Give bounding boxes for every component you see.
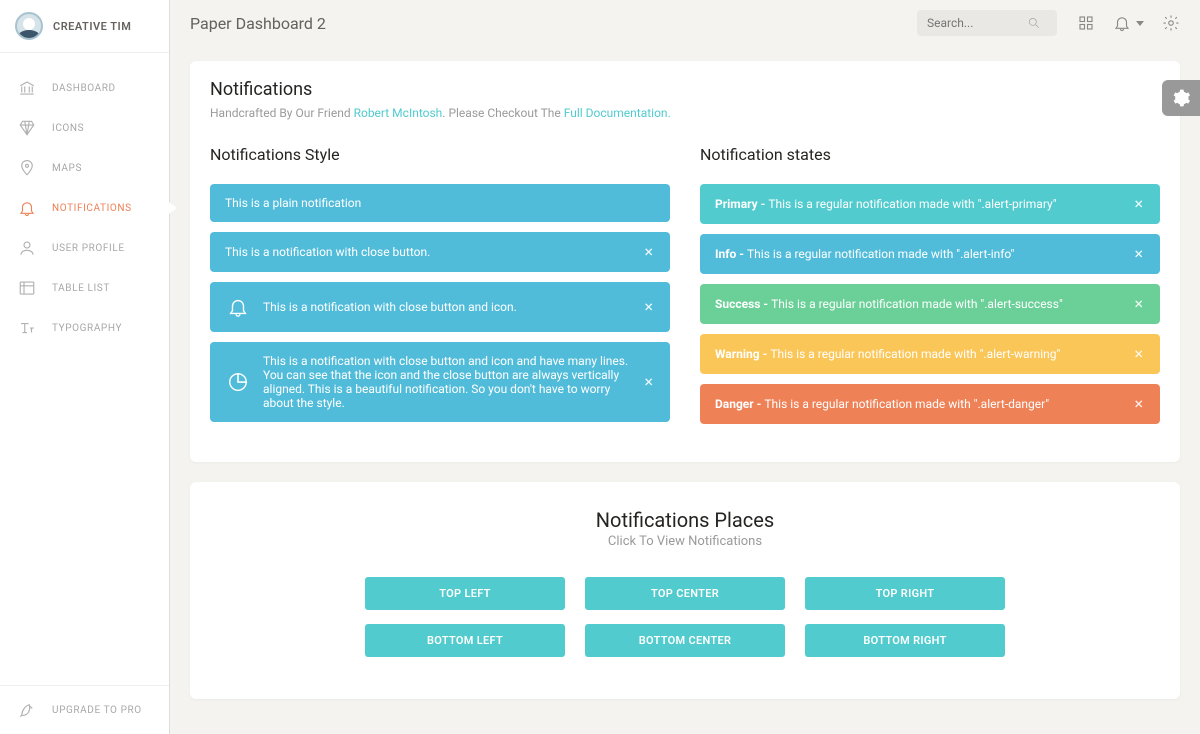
col-title: Notification states	[700, 145, 1160, 164]
alert-danger: Danger - This is a regular notification …	[700, 384, 1160, 424]
grid-icon[interactable]	[1077, 14, 1095, 32]
sub-text: . Please Checkout The	[442, 106, 563, 120]
avatar	[15, 12, 43, 40]
nav-label: TABLE LIST	[52, 283, 110, 294]
bell-icon	[1113, 14, 1131, 32]
nav-upgrade[interactable]: UPGRADE TO PRO	[18, 701, 151, 719]
search-icon	[1027, 16, 1041, 30]
card-subtitle: Handcrafted By Our Friend Robert McIntos…	[210, 106, 1160, 120]
alert-text: This is a plain notification	[225, 196, 655, 210]
alert-close: This is a notification with close button…	[210, 232, 670, 272]
gear-icon	[1171, 88, 1191, 108]
bank-icon	[18, 79, 36, 97]
search-box[interactable]	[917, 10, 1057, 36]
notifications-card: Notifications Handcrafted By Our Friend …	[190, 61, 1180, 462]
alert-text: Success - This is a regular notification…	[715, 297, 1132, 311]
alert-text: Danger - This is a regular notification …	[715, 397, 1132, 411]
search-input[interactable]	[927, 16, 1027, 30]
user-icon	[18, 239, 36, 257]
btn-bottom-left[interactable]: BOTTOM LEFT	[365, 624, 565, 657]
panel-title: Paper Dashboard 2	[190, 14, 917, 33]
sidebar-header: CREATIVE TIM	[0, 0, 169, 53]
col-states: Notification states Primary - This is a …	[700, 145, 1160, 434]
link-author[interactable]: Robert McIntosh	[354, 106, 443, 120]
close-icon[interactable]: ×	[642, 244, 655, 260]
alert-text: Warning - This is a regular notification…	[715, 347, 1132, 361]
alert-text: This is a notification with close button…	[263, 354, 642, 410]
btn-top-center[interactable]: TOP CENTER	[585, 577, 785, 610]
sidebar-nav: DASHBOARD ICONS MAPS NOTIFICATIONS USER …	[0, 63, 169, 685]
chart-icon	[225, 369, 251, 395]
nav-label: TYPOGRAPHY	[52, 323, 122, 334]
close-icon[interactable]: ×	[1132, 296, 1145, 312]
alert-warning: Warning - This is a regular notification…	[700, 334, 1160, 374]
nav-label: NOTIFICATIONS	[52, 203, 132, 214]
nav-label: MAPS	[52, 163, 82, 174]
alert-primary: Primary - This is a regular notification…	[700, 184, 1160, 224]
alert-info: Info - This is a regular notification ma…	[700, 234, 1160, 274]
btn-bottom-center[interactable]: BOTTOM CENTER	[585, 624, 785, 657]
nav-maps[interactable]: MAPS	[0, 148, 169, 188]
close-icon[interactable]: ×	[1132, 346, 1145, 362]
card-title: Notifications	[210, 79, 1160, 100]
btn-top-left[interactable]: TOP LEFT	[365, 577, 565, 610]
nav-label: DASHBOARD	[52, 83, 116, 94]
places-card: Notifications Places Click To View Notif…	[190, 482, 1180, 699]
pin-icon	[18, 159, 36, 177]
alert-plain: This is a plain notification	[210, 184, 670, 222]
alert-text: This is a notification with close button…	[225, 245, 642, 259]
alert-text: This is a notification with close button…	[263, 300, 642, 314]
brand-name: CREATIVE TIM	[53, 20, 131, 33]
nav-notifications[interactable]: NOTIFICATIONS	[0, 188, 169, 228]
close-icon[interactable]: ×	[642, 299, 655, 315]
bell-icon	[18, 199, 36, 217]
close-icon[interactable]: ×	[1132, 196, 1145, 212]
col-title: Notifications Style	[210, 145, 670, 164]
link-docs[interactable]: Full Documentation.	[564, 106, 671, 120]
gear-icon[interactable]	[1162, 14, 1180, 32]
nav-label: ICONS	[52, 123, 84, 134]
rocket-icon	[18, 701, 36, 719]
btn-top-right[interactable]: TOP RIGHT	[805, 577, 1005, 610]
settings-fab[interactable]	[1162, 80, 1200, 116]
main: Paper Dashboard 2 Notifications Handcraf…	[170, 0, 1200, 734]
sidebar: CREATIVE TIM DASHBOARD ICONS MAPS NOTIFI…	[0, 0, 170, 734]
nav-dashboard[interactable]: DASHBOARD	[0, 68, 169, 108]
nav-label: UPGRADE TO PRO	[52, 705, 142, 716]
top-icons	[1077, 14, 1180, 32]
alert-success: Success - This is a regular notification…	[700, 284, 1160, 324]
nav-typography[interactable]: TYPOGRAPHY	[0, 308, 169, 348]
alert-text: Info - This is a regular notification ma…	[715, 247, 1132, 261]
close-icon[interactable]: ×	[1132, 396, 1145, 412]
diamond-icon	[18, 119, 36, 137]
nav-table-list[interactable]: TABLE LIST	[0, 268, 169, 308]
sidebar-footer: UPGRADE TO PRO	[0, 685, 169, 734]
bell-icon	[225, 294, 251, 320]
chevron-down-icon	[1136, 21, 1144, 26]
alert-multiline: This is a notification with close button…	[210, 342, 670, 422]
topbar: Paper Dashboard 2	[170, 0, 1200, 46]
btn-bottom-right[interactable]: BOTTOM RIGHT	[805, 624, 1005, 657]
nav-user-profile[interactable]: USER PROFILE	[0, 228, 169, 268]
nav-icons[interactable]: ICONS	[0, 108, 169, 148]
places-sub: Click To View Notifications	[210, 534, 1160, 549]
list-icon	[18, 279, 36, 297]
bell-dropdown[interactable]	[1113, 14, 1144, 32]
sub-text: Handcrafted By Our Friend	[210, 106, 354, 120]
col-style: Notifications Style This is a plain noti…	[210, 145, 670, 434]
close-icon[interactable]: ×	[1132, 246, 1145, 262]
places-title: Notifications Places	[210, 508, 1160, 532]
alert-close-icon: This is a notification with close button…	[210, 282, 670, 332]
type-icon	[18, 319, 36, 337]
close-icon[interactable]: ×	[642, 374, 655, 390]
alert-text: Primary - This is a regular notification…	[715, 197, 1132, 211]
nav-label: USER PROFILE	[52, 243, 125, 254]
